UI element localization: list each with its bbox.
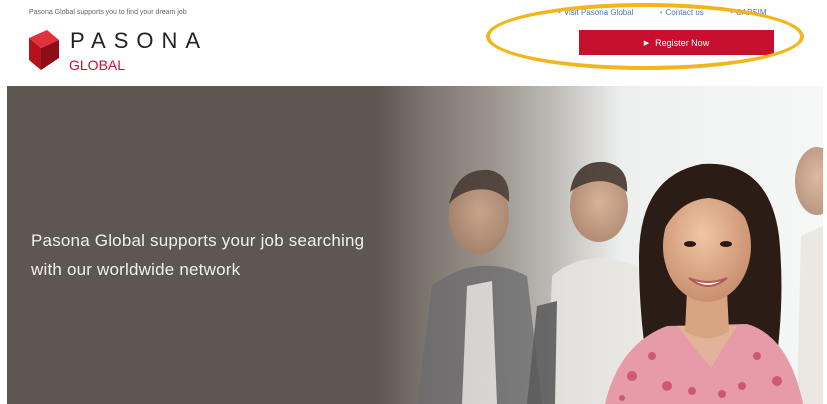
top-links: • Visit Pasona Global • Contact us • CAPSIM <box>558 8 791 17</box>
hero-line-1: Pasona Global supports your job searchin… <box>31 231 365 250</box>
hero-banner: Pasona Global supports your job searchin… <box>7 86 823 404</box>
site-tagline: Pasona Global supports you to find your … <box>29 9 187 16</box>
link-contact-us[interactable]: • Contact us <box>660 8 716 17</box>
pasona-logo-mark-icon <box>29 30 59 70</box>
link-capsim[interactable]: • CAPSIM <box>730 8 778 17</box>
pasona-logo[interactable]: PASONA GLOBAL <box>25 26 235 78</box>
hero-text: Pasona Global supports your job searchin… <box>31 226 364 284</box>
logo-subtitle: GLOBAL <box>69 57 126 73</box>
register-now-button[interactable]: ▶ Register Now <box>579 30 774 55</box>
hero-line-2: with our worldwide network <box>31 260 241 279</box>
hero-people-image <box>377 86 823 404</box>
register-now-label: Register Now <box>655 37 710 48</box>
play-arrow-icon: ▶ <box>643 39 650 47</box>
link-visit-pasona-global[interactable]: • Visit Pasona Global <box>558 8 645 17</box>
logo-wordmark: PASONA <box>70 28 209 53</box>
